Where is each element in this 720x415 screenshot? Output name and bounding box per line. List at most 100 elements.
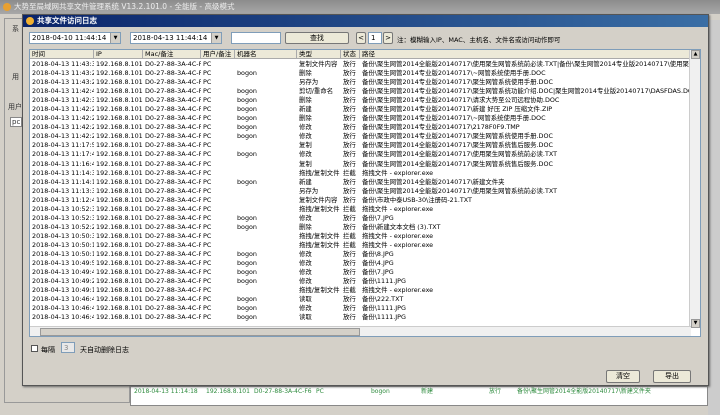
table-cell: 192.168.8.101 — [96, 132, 143, 141]
table-row[interactable]: 2018-04-13 10:52:37 192.168.8.101 D0-27-88… — [30, 205, 690, 214]
background-log-list: 2018-04-13 11:14:18 192.168.8.101 D0-27-88… — [130, 386, 708, 406]
auto-delete-days-input[interactable]: 3 — [61, 342, 75, 353]
table-row[interactable]: 2018-04-13 11:17:56 192.168.8.101 D0-27-88… — [30, 141, 690, 150]
table-cell: 备份\聚生网管2014专业版20140717\聚生网管系统使用手册.DOC — [362, 78, 553, 87]
table-cell: PC — [203, 114, 212, 123]
table-cell: 备份\聚生网管2014专业版20140717\聚生网管系统功能介绍.DOC|聚生… — [362, 87, 698, 96]
bg-user-item[interactable]: pc — [10, 117, 22, 127]
table-row[interactable]: 2018-04-13 10:52:22 192.168.8.101 D0-27-88… — [30, 223, 690, 232]
bg-label: 用 — [12, 73, 19, 81]
scroll-up-icon[interactable]: ▲ — [691, 50, 700, 59]
chevron-down-icon[interactable]: ▼ — [110, 33, 120, 43]
page-number-input[interactable]: 1 — [368, 32, 382, 44]
table-cell: 修改 — [299, 249, 312, 258]
table-row[interactable]: 2018-04-13 10:49:19 192.168.8.101 D0-27-88… — [30, 286, 690, 295]
auto-delete-checkbox[interactable] — [31, 345, 38, 352]
search-input[interactable] — [231, 32, 281, 44]
table-cell: 备份\聚生网管2014专业版20140717\请求大势至公司远程协助.DOC — [362, 96, 560, 105]
table-row[interactable]: 2018-04-13 11:42:38 192.168.8.101 D0-27-88… — [30, 96, 690, 105]
table-cell: 拖拽文件 - explorer.exe — [362, 168, 434, 177]
column-header[interactable]: 用户/备注 — [201, 50, 235, 59]
table-row[interactable]: 2018-04-13 11:42:23 192.168.8.101 D0-27-88… — [30, 123, 690, 132]
column-header[interactable]: Mac/备注 — [143, 50, 201, 59]
table-cell: 2018-04-13 10:46:41 — [32, 295, 94, 304]
table-row[interactable]: 2018-04-13 10:46:41 192.168.8.101 D0-27-88… — [30, 295, 690, 304]
table-cell: 2018-04-13 10:50:15 — [32, 249, 94, 258]
table-row[interactable]: 2018-04-13 11:42:23 192.168.8.101 D0-27-88… — [30, 114, 690, 123]
table-row[interactable]: 2018-04-13 10:50:36 192.168.8.101 D0-27-88… — [30, 232, 690, 241]
start-date-picker[interactable]: 2018-04-10 11:44:14 ▼ — [29, 32, 121, 44]
table-row[interactable]: 2018-04-13 10:46:41 192.168.8.101 D0-27-88… — [30, 304, 690, 313]
scroll-thumb[interactable] — [40, 328, 360, 336]
column-header[interactable]: 类型 — [297, 50, 341, 59]
table-cell: 拖拽/复制文件 — [299, 231, 340, 240]
bg-label: 系 — [12, 25, 19, 33]
table-cell: D0-27-88-3A-4C-F6 — [145, 286, 201, 295]
scroll-down-icon[interactable]: ▼ — [691, 319, 700, 328]
horizontal-scrollbar[interactable] — [30, 326, 691, 336]
export-button[interactable]: 导出 — [653, 370, 691, 383]
table-cell: 192.168.8.101 — [96, 231, 143, 240]
table-cell: 备份\聚生网管2014全能版20140717\使用聚生网管系统前必读.TXT|备… — [362, 60, 700, 68]
table-cell: 放行 — [343, 195, 356, 204]
table-row[interactable]: 2018-04-13 11:43:24 192.168.8.101 D0-27-88… — [30, 69, 690, 78]
table-row[interactable]: 2018-04-13 11:16:45 192.168.8.101 D0-27-88… — [30, 160, 690, 169]
table-cell: 备份\222.TXT — [362, 295, 404, 304]
table-row[interactable]: 2018-04-13 10:50:16 192.168.8.101 D0-27-88… — [30, 241, 690, 250]
table-cell: 192.168.8.101 — [96, 123, 143, 132]
table-row[interactable]: 2018-04-13 11:13:36 192.168.8.101 D0-27-88… — [30, 187, 690, 196]
table-cell: 放行 — [343, 87, 356, 96]
table-cell: 修改 — [299, 277, 312, 286]
table-row[interactable]: 2018-04-13 10:49:50 192.168.8.101 D0-27-88… — [30, 259, 690, 268]
table-cell: PC — [203, 186, 212, 195]
table-cell: 放行 — [343, 259, 356, 268]
prev-page-button[interactable]: < — [356, 32, 366, 44]
column-header[interactable]: IP — [94, 50, 143, 59]
table-row[interactable]: 2018-04-13 11:43:37 192.168.8.101 D0-27-88… — [30, 60, 700, 69]
table-row[interactable]: 2018-04-13 11:43:23 192.168.8.101 D0-27-88… — [30, 78, 690, 87]
table-cell: D0-27-88-3A-4C-F6 — [145, 295, 201, 304]
table-row[interactable]: 2018-04-13 11:14:18 192.168.8.101 D0-27-88… — [30, 178, 690, 187]
table-cell: 修改 — [299, 304, 312, 313]
table-cell: 放行 — [343, 277, 356, 286]
clear-button[interactable]: 清空 — [606, 370, 640, 383]
table-cell: 另存为 — [299, 186, 319, 195]
table-row[interactable]: 2018-04-13 11:42:48 192.168.8.101 D0-27-88… — [30, 87, 697, 96]
table-cell: 192.168.8.101 — [96, 177, 143, 186]
table-row[interactable]: 2018-04-13 11:14:32 192.168.8.101 D0-27-88… — [30, 169, 690, 178]
table-cell: 修改 — [299, 268, 312, 277]
column-header[interactable]: 路径 — [360, 50, 690, 59]
table-row[interactable]: 2018-04-13 11:17:46 192.168.8.101 D0-27-88… — [30, 150, 690, 159]
table-row[interactable]: 2018-04-13 10:46:41 192.168.8.101 D0-27-88… — [30, 313, 690, 322]
table-cell: 放行 — [343, 222, 356, 231]
column-header[interactable]: 状态 — [341, 50, 360, 59]
column-header[interactable]: 时间 — [30, 50, 94, 59]
vertical-scrollbar[interactable]: ▲ ▼ — [689, 50, 700, 328]
chevron-down-icon[interactable]: ▼ — [211, 33, 221, 43]
table-cell: 删除 — [299, 114, 312, 123]
table-row[interactable]: 2018-04-13 11:42:29 192.168.8.101 D0-27-88… — [30, 105, 690, 114]
table-row[interactable]: 2018-04-13 11:12:45 192.168.8.101 D0-27-88… — [30, 196, 690, 205]
table-cell: 192.168.8.101 — [96, 168, 143, 177]
table-cell: D0-27-88-3A-4C-F6 — [145, 259, 201, 268]
table-cell: PC — [203, 123, 212, 132]
table-row[interactable]: 2018-04-13 10:52:36 192.168.8.101 D0-27-88… — [30, 214, 690, 223]
table-row[interactable]: 2018-04-13 10:49:23 192.168.8.101 D0-27-88… — [30, 277, 690, 286]
table-cell: 另存为 — [299, 78, 319, 87]
column-header[interactable]: 机器名 — [235, 50, 297, 59]
table-row[interactable]: 2018-04-13 10:49:49 192.168.8.101 D0-27-88… — [30, 268, 690, 277]
table-cell: D0-27-88-3A-4C-F6 — [145, 268, 201, 277]
table-cell: 备份\聚生网管2014全能版20140717\新建文件夹 — [362, 177, 505, 186]
search-button[interactable]: 查找 — [285, 32, 349, 44]
dialog-icon — [26, 17, 34, 25]
table-cell: D0-27-88-3A-4C-F6 — [145, 204, 201, 213]
table-cell: bogon — [237, 313, 257, 322]
table-cell: D0-27-88-3A-4C-F6 — [145, 96, 201, 105]
table-row[interactable]: 2018-04-13 10:50:15 192.168.8.101 D0-27-88… — [30, 250, 690, 259]
end-date-picker[interactable]: 2018-04-13 11:44:14 ▼ — [130, 32, 222, 44]
table-cell: 192.168.8.101 — [96, 186, 143, 195]
table-cell: 备份\聚生网管2014专业版20140717\新建 好压 ZIP 压缩文件.ZI… — [362, 105, 553, 114]
table-row[interactable]: 2018-04-13 11:42:23 192.168.8.101 D0-27-88… — [30, 132, 690, 141]
table-cell: D0-27-88-3A-4C-F6 — [145, 195, 201, 204]
next-page-button[interactable]: > — [383, 32, 393, 44]
